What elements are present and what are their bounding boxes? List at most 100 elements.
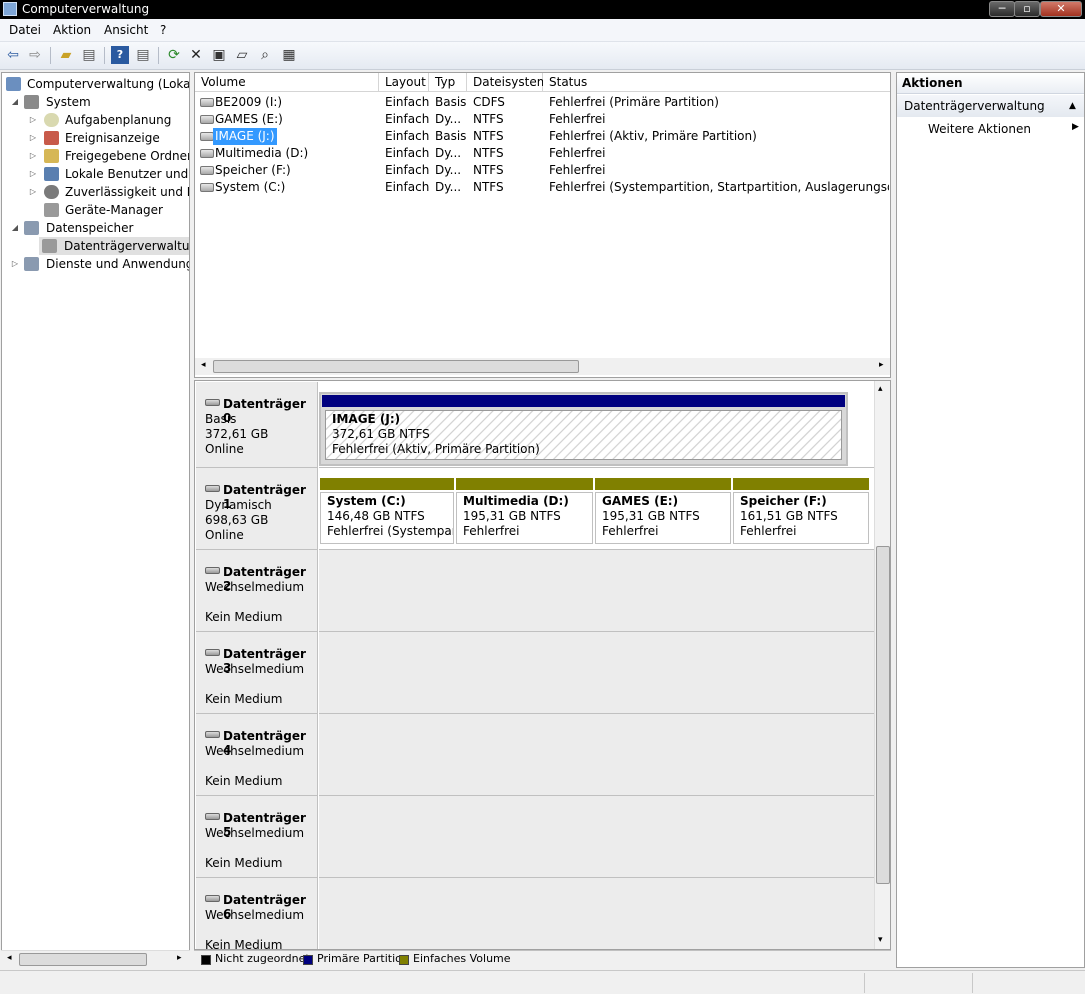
volume-row[interactable]: BE2009 (I:) Einfach Basis CDFS Fehlerfrei (P…: [195, 94, 890, 111]
tree-scroll-thumb[interactable]: [19, 953, 147, 966]
volume-cell-dateisystem: NTFS: [473, 129, 504, 143]
disk-partition-area: [319, 632, 875, 714]
maximize-button[interactable]: ▫: [1014, 1, 1040, 17]
column-header-status[interactable]: Status: [543, 73, 890, 92]
volume-cell-status: Fehlerfrei (Aktiv, Primäre Partition): [549, 129, 757, 143]
volume-cell-layout: Einfach: [385, 112, 430, 126]
actions-section-datentraegerverwaltung[interactable]: Datenträgerverwaltung ▲: [897, 95, 1084, 117]
tree-item-system[interactable]: ◢ System: [10, 93, 189, 111]
close-button[interactable]: ✕: [1040, 1, 1082, 17]
volume-scroll-thumb[interactable]: [213, 360, 579, 373]
column-header-typ[interactable]: Typ: [429, 73, 467, 92]
partition-block[interactable]: Multimedia (D:) 195,31 GB NTFS Fehlerfre…: [456, 492, 593, 544]
disk-type: Wechselmedium: [205, 662, 305, 676]
volume-cell-dateisystem: NTFS: [473, 146, 504, 160]
collapse-icon[interactable]: ▲: [1069, 95, 1076, 117]
console-view-icon[interactable]: ▤: [134, 46, 152, 64]
tree-horizontal-scrollbar[interactable]: ◂ ▸: [1, 950, 190, 968]
partition-size: 195,31 GB NTFS: [463, 509, 561, 523]
disk-label[interactable]: Datenträger 1 Dynamisch 698,63 GB Online: [196, 468, 318, 550]
menu-bar: Datei Aktion Ansicht ?: [0, 19, 1085, 42]
drive-icon: [200, 183, 214, 192]
tree-item-freigegebene-ordner[interactable]: ▷ Freigegebene Ordner: [28, 147, 189, 165]
tree-item-aufgabenplanung[interactable]: ▷ Aufgabenplanung: [28, 111, 189, 129]
disk-label[interactable]: Datenträger 3 Wechselmedium Kein Medium: [196, 632, 318, 714]
scroll-left-icon[interactable]: ◂: [201, 360, 206, 370]
disk-panel-scrollbar[interactable]: ▴ ▾: [874, 381, 890, 949]
volume-cell-typ: Basis: [435, 95, 467, 109]
minimize-button[interactable]: ─: [989, 1, 1015, 17]
volume-row[interactable]: IMAGE (J:) Einfach Basis NTFS Fehlerfrei (Ak…: [195, 128, 890, 145]
device-manager-icon: [44, 203, 59, 217]
scroll-up-icon[interactable]: ▴: [878, 384, 883, 394]
scroll-right-icon[interactable]: ▸: [879, 360, 884, 370]
partition-name: System (C:): [327, 494, 406, 508]
help-icon[interactable]: ?: [111, 46, 129, 64]
disk-label[interactable]: Datenträger 6 Wechselmedium Kein Medium: [196, 878, 318, 950]
disk-scroll-thumb[interactable]: [876, 546, 890, 884]
performance-icon: [44, 185, 59, 199]
open-folder-icon[interactable]: ▱: [233, 46, 251, 64]
export-icon[interactable]: ▦: [280, 46, 298, 64]
menu-help[interactable]: ?: [160, 23, 166, 37]
drive-icon: [200, 166, 214, 175]
partition-name: Multimedia (D:): [463, 494, 569, 508]
partition-size: 146,48 GB NTFS: [327, 509, 425, 523]
tree-item-zuverlaessigkeit[interactable]: ▷ Zuverlässigkeit und Leistung: [28, 183, 189, 201]
partition-block[interactable]: System (C:) 146,48 GB NTFS Fehlerfrei (S…: [320, 492, 454, 544]
submenu-arrow-icon: ▶: [1072, 122, 1079, 132]
console-tree: Computerverwaltung (Lokal) ◢ System ▷ Au…: [1, 72, 190, 968]
tree-item-datenspeicher[interactable]: ◢ Datenspeicher: [10, 219, 189, 237]
disk-label[interactable]: Datenträger 5 Wechselmedium Kein Medium: [196, 796, 318, 878]
volume-cell-typ: Dy...: [435, 112, 462, 126]
menu-aktion[interactable]: Aktion: [53, 23, 91, 37]
partition-block[interactable]: Speicher (F:) 161,51 GB NTFS Fehlerfrei: [733, 492, 869, 544]
drive-icon: [200, 132, 214, 141]
scroll-left-icon[interactable]: ◂: [7, 953, 12, 963]
disk-icon: [205, 399, 220, 406]
computer-management-icon: [3, 2, 17, 16]
more-actions-item[interactable]: Weitere Aktionen: [928, 120, 1031, 138]
partition-block[interactable]: GAMES (E:) 195,31 GB NTFS Fehlerfrei: [595, 492, 731, 544]
disk-label[interactable]: Datenträger 2 Wechselmedium Kein Medium: [196, 550, 318, 632]
partition-image-j[interactable]: IMAGE (J:) 372,61 GB NTFS Fehlerfrei (Ak…: [325, 410, 842, 460]
column-header-layout[interactable]: Layout: [379, 73, 429, 92]
partition-status: Fehlerfrei: [602, 524, 659, 538]
scroll-down-icon[interactable]: ▾: [878, 935, 883, 945]
volume-row[interactable]: GAMES (E:) Einfach Dy... NTFS Fehlerfrei: [195, 111, 890, 128]
delete-icon[interactable]: ✕: [187, 46, 205, 64]
search-icon[interactable]: ⌕: [256, 46, 274, 64]
properties-icon[interactable]: ▣: [210, 46, 228, 64]
tree-item-datentraegerverwaltung[interactable]: Datenträgerverwaltung: [39, 237, 189, 255]
menu-ansicht[interactable]: Ansicht: [104, 23, 148, 37]
disk-state: Kein Medium: [205, 938, 283, 950]
disk-label[interactable]: Datenträger 4 Wechselmedium Kein Medium: [196, 714, 318, 796]
forward-icon[interactable]: ⇨: [26, 46, 44, 64]
menu-datei[interactable]: Datei: [9, 23, 41, 37]
disk-partition-area: [319, 714, 875, 796]
show-tree-icon[interactable]: ▤: [80, 46, 98, 64]
disk-state: Online: [205, 442, 244, 456]
column-header-volume[interactable]: Volume: [195, 73, 379, 92]
volume-row[interactable]: Multimedia (D:) Einfach Dy... NTFS Fehlerfre…: [195, 145, 890, 162]
volume-list: Volume Layout Typ Dateisystem Status BE2…: [194, 72, 891, 378]
cd-drive-icon: [200, 98, 214, 107]
up-folder-icon[interactable]: ▰: [57, 46, 75, 64]
back-icon[interactable]: ⇦: [4, 46, 22, 64]
volume-row[interactable]: System (C:) Einfach Dy... NTFS Fehlerfrei (S…: [195, 179, 890, 196]
disk-label[interactable]: Datenträger 0 Basis 372,61 GB Online: [196, 382, 318, 468]
volume-row[interactable]: Speicher (F:) Einfach Dy... NTFS Fehlerfrei: [195, 162, 890, 179]
disk-icon: [205, 649, 220, 656]
volume-list-hscrollbar[interactable]: ◂ ▸: [195, 358, 890, 375]
disk-size: 372,61 GB: [205, 427, 269, 441]
volume-cell-layout: Einfach: [385, 163, 430, 177]
tree-item-geraete-manager[interactable]: Geräte-Manager: [28, 201, 189, 219]
tree-item-dienste[interactable]: ▷ Dienste und Anwendungen: [10, 255, 189, 273]
tree-item-ereignisanzeige[interactable]: ▷ Ereignisanzeige: [28, 129, 189, 147]
status-bar: [0, 970, 1085, 994]
scroll-right-icon[interactable]: ▸: [177, 953, 182, 963]
column-header-dateisystem[interactable]: Dateisystem: [467, 73, 548, 92]
legend-swatch-primary: [303, 955, 313, 965]
tree-item-lokale-benutzer[interactable]: ▷ Lokale Benutzer und Gruppen: [28, 165, 189, 183]
refresh-icon[interactable]: ⟳: [165, 46, 183, 64]
